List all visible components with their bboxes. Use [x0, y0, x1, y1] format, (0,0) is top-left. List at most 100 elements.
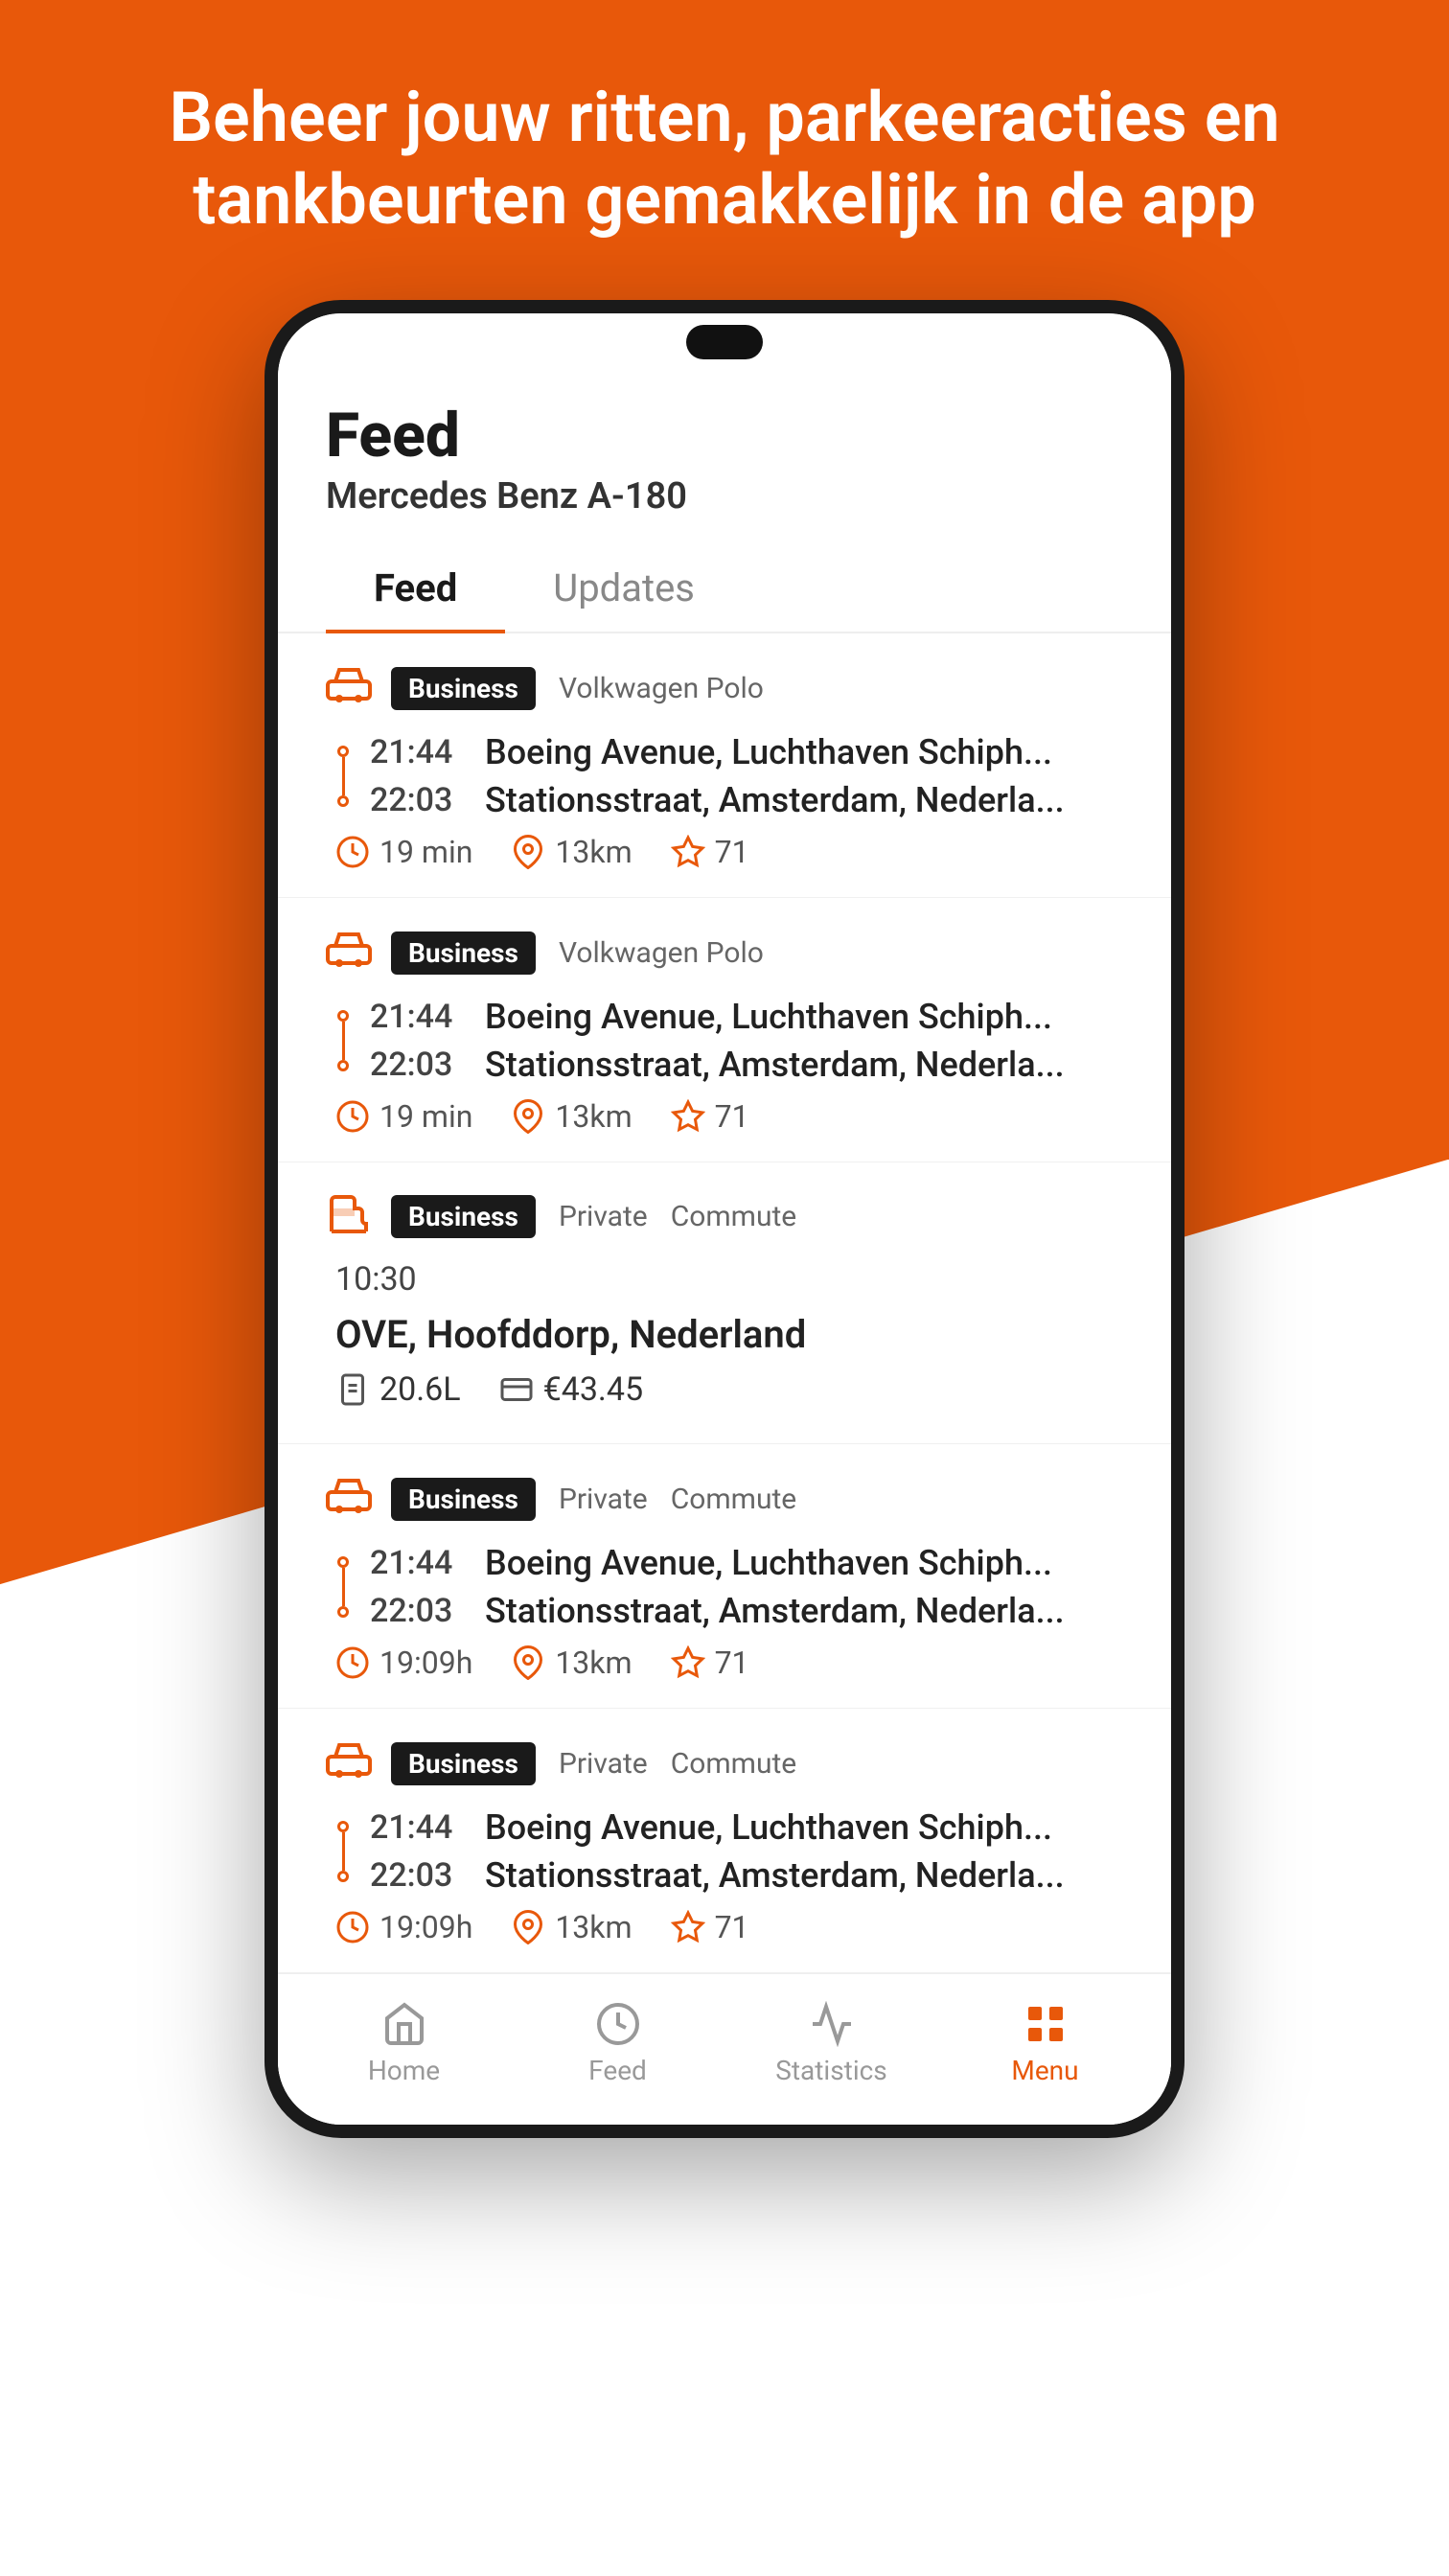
car-icon-1: [326, 660, 372, 717]
duration-2: 19 min: [335, 1098, 472, 1135]
tag-2: Volkwagen Polo: [559, 936, 764, 970]
distance-5: 13km: [511, 1909, 632, 1945]
tag-3b: Commute: [671, 1200, 797, 1233]
feed-meta-5: 19:09h 13km: [326, 1909, 1123, 1945]
fuel-cost-3: €43.45: [499, 1370, 644, 1409]
score-4: 71: [671, 1644, 749, 1681]
stop-from-5: 21:44 Boeing Avenue, Luchthaven Schiph..…: [370, 1807, 1123, 1848]
phone-side-button: [1175, 678, 1184, 793]
from-time-2: 21:44: [370, 998, 466, 1036]
tag-1: Volkwagen Polo: [559, 672, 764, 705]
line-bar-5: [342, 1832, 345, 1871]
dot-top-5: [337, 1821, 349, 1832]
tag-3a: Private: [559, 1200, 648, 1233]
feed-item-3[interactable]: Business Private Commute 10:30 OVE, Hoof…: [278, 1162, 1171, 1444]
nav-feed-label: Feed: [588, 2055, 647, 2086]
feed-list: Business Volkwagen Polo 21:44 Boein: [278, 633, 1171, 1973]
route-2: 21:44 Boeing Avenue, Luchthaven Schiph..…: [335, 997, 1123, 1085]
score-1: 71: [671, 834, 749, 870]
dot-bottom-5: [337, 1871, 349, 1882]
feed-item-1-header: Business Volkwagen Polo: [326, 660, 1123, 717]
statistics-icon: [809, 2001, 855, 2047]
tab-updates[interactable]: Updates: [505, 546, 743, 633]
from-address-1: Boeing Avenue, Luchthaven Schiph...: [485, 732, 1052, 772]
from-time-4: 21:44: [370, 1544, 466, 1582]
feed-item-5[interactable]: Business Private Commute 21:44: [278, 1709, 1171, 1973]
from-address-2: Boeing Avenue, Luchthaven Schiph...: [485, 997, 1052, 1037]
to-address-5: Stationsstraat, Amsterdam, Nederla...: [485, 1855, 1065, 1896]
nav-menu-label: Menu: [1011, 2055, 1078, 2086]
distance-2: 13km: [511, 1098, 632, 1135]
tab-feed[interactable]: Feed: [326, 546, 505, 633]
dot-bottom-1: [337, 795, 349, 807]
feed-item-2-header: Business Volkwagen Polo: [326, 925, 1123, 981]
duration-4: 19:09h: [335, 1644, 472, 1681]
route-stops-1: 21:44 Boeing Avenue, Luchthaven Schiph..…: [370, 732, 1123, 820]
camera-notch: [686, 325, 763, 359]
route-line-4: [335, 1543, 351, 1631]
home-icon: [381, 2001, 427, 2047]
tag-4b: Commute: [671, 1483, 797, 1516]
feed-item-1[interactable]: Business Volkwagen Polo 21:44 Boein: [278, 633, 1171, 898]
nav-menu[interactable]: Menu: [969, 2001, 1122, 2086]
feed-item-4-header: Business Private Commute: [326, 1471, 1123, 1528]
route-1: 21:44 Boeing Avenue, Luchthaven Schiph..…: [335, 732, 1123, 820]
car-icon-4: [326, 1471, 372, 1528]
badge-5: Business: [391, 1742, 536, 1785]
menu-icon: [1023, 2001, 1069, 2047]
to-time-1: 22:03: [370, 781, 466, 819]
badge-4: Business: [391, 1478, 536, 1521]
badge-1: Business: [391, 667, 536, 710]
hero-text: Beheer jouw ritten, parkeeracties en tan…: [0, 0, 1449, 300]
route-line-1: [335, 732, 351, 820]
feed-item-5-header: Business Private Commute: [326, 1736, 1123, 1792]
phone-mockup: Feed Mercedes Benz A-180 Feed Updates: [264, 300, 1184, 2138]
route-stops-5: 21:44 Boeing Avenue, Luchthaven Schiph..…: [370, 1807, 1123, 1896]
stop-to-5: 22:03 Stationsstraat, Amsterdam, Nederla…: [370, 1855, 1123, 1896]
line-bar-4: [342, 1568, 345, 1606]
score-5: 71: [671, 1909, 749, 1945]
duration-5: 19:09h: [335, 1909, 472, 1945]
tabs-container: Feed Updates: [278, 546, 1171, 633]
car-icon-2: [326, 925, 372, 981]
stop-to-4: 22:03 Stationsstraat, Amsterdam, Nederla…: [370, 1591, 1123, 1631]
app-content: Feed Mercedes Benz A-180 Feed Updates: [278, 371, 1171, 2125]
route-stops-4: 21:44 Boeing Avenue, Luchthaven Schiph..…: [370, 1543, 1123, 1631]
route-5: 21:44 Boeing Avenue, Luchthaven Schiph..…: [335, 1807, 1123, 1896]
dot-top-2: [337, 1010, 349, 1022]
dot-top-4: [337, 1556, 349, 1568]
from-time-1: 21:44: [370, 733, 466, 771]
score-2: 71: [671, 1098, 749, 1135]
to-time-2: 22:03: [370, 1046, 466, 1084]
tag-5b: Commute: [671, 1747, 797, 1781]
feed-item-2[interactable]: Business Volkwagen Polo 21:44 Boein: [278, 898, 1171, 1162]
feed-meta-2: 19 min 13km: [326, 1098, 1123, 1135]
car-icon-5: [326, 1736, 372, 1792]
nav-statistics[interactable]: Statistics: [755, 2001, 908, 2086]
line-bar-2: [342, 1022, 345, 1060]
fuel-icon-3: [326, 1189, 372, 1245]
feed-item-3-header: Business Private Commute: [326, 1189, 1123, 1245]
fuel-location-3: OVE, Hoofddorp, Nederland: [335, 1312, 1123, 1357]
line-bar-1: [342, 757, 345, 795]
to-time-5: 22:03: [370, 1856, 466, 1895]
dot-bottom-2: [337, 1060, 349, 1071]
bottom-nav: Home Feed Statistics: [278, 1973, 1171, 2125]
feed-item-4[interactable]: Business Private Commute 21:44: [278, 1444, 1171, 1709]
nav-feed[interactable]: Feed: [541, 2001, 695, 2086]
distance-1: 13km: [511, 834, 632, 870]
dot-top-1: [337, 746, 349, 757]
fuel-liters-3: 20.6L: [335, 1370, 461, 1409]
stop-to-2: 22:03 Stationsstraat, Amsterdam, Nederla…: [370, 1045, 1123, 1085]
from-time-5: 21:44: [370, 1808, 466, 1847]
feed-meta-4: 19:09h 13km: [326, 1644, 1123, 1681]
tag-4a: Private: [559, 1483, 648, 1516]
nav-home[interactable]: Home: [328, 2001, 481, 2086]
feed-meta-1: 19 min 13km: [326, 834, 1123, 870]
badge-3: Business: [391, 1195, 536, 1238]
route-4: 21:44 Boeing Avenue, Luchthaven Schiph..…: [335, 1543, 1123, 1631]
route-line-5: [335, 1807, 351, 1896]
to-address-2: Stationsstraat, Amsterdam, Nederla...: [485, 1045, 1065, 1085]
distance-4: 13km: [511, 1644, 632, 1681]
stop-from-1: 21:44 Boeing Avenue, Luchthaven Schiph..…: [370, 732, 1123, 772]
